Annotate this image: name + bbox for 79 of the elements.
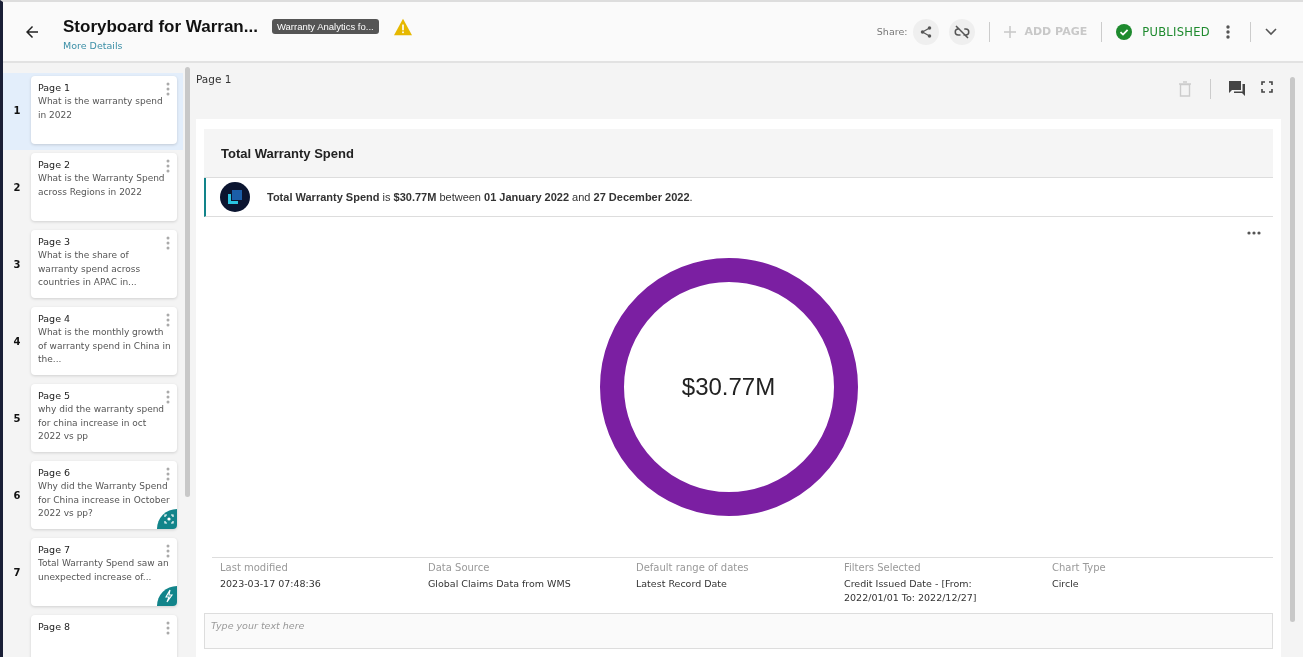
page-card[interactable]: Page 3 What is the share of warranty spend across countries in APAC in... (31, 230, 177, 298)
fullscreen-icon[interactable] (1261, 81, 1273, 93)
share-icon[interactable] (913, 18, 940, 45)
page-options-icon[interactable] (166, 390, 170, 404)
meta-value: 2023-03-17 07:48:36 (220, 577, 322, 591)
page-card[interactable]: Page 7 Total Warranty Spend saw an unexpected increase of... (31, 538, 177, 606)
page-options-icon[interactable] (166, 313, 170, 327)
page-card[interactable]: Page 6 Why did the Warranty Spend for China increase in October 2022 vs pp? (31, 461, 177, 529)
donut-center-value: $30.77M (681, 373, 776, 401)
page-number: 7 (12, 566, 22, 578)
meta-value: Latest Record Date (636, 577, 728, 591)
page-title: Page 7 (38, 544, 72, 555)
page-label: Page 1 (196, 73, 232, 85)
meta-value: Global Claims Data from WMS (428, 577, 572, 591)
plus-icon (1004, 25, 1017, 38)
page-options-icon[interactable] (166, 159, 170, 173)
page-title: Page 3 (38, 236, 72, 247)
page-number: 4 (12, 335, 22, 347)
meta-label: Data Source (428, 562, 491, 573)
page-number: 6 (12, 489, 22, 501)
page-title: Page 2 (38, 159, 72, 170)
published-status: PUBLISHED (1142, 24, 1210, 39)
meta-label: Filters Selected (844, 562, 922, 573)
page-card[interactable]: Page 8 (31, 615, 177, 657)
meta-label: Default range of dates (636, 562, 750, 573)
share-label: Share: (876, 26, 908, 37)
comments-icon[interactable] (1229, 81, 1247, 98)
page-list-row[interactable]: 4 Page 4 What is the monthly growth of warranty spend in China in the... (3, 304, 183, 381)
chevron-down-icon[interactable] (1265, 27, 1277, 36)
page-question: What is the warranty spend in 2022 (38, 95, 164, 122)
page-question: Total Warranty Spend saw an unexpected increase of... (38, 557, 170, 584)
bolt-badge-icon (157, 586, 177, 606)
page-title: Page 6 (38, 467, 72, 478)
page-options-icon[interactable] (166, 621, 170, 635)
page-card[interactable]: Page 5 why did the warranty spend for china increase in oct 2022 vs pp (31, 384, 177, 452)
page-list-row[interactable]: 2 Page 2 What is the Warranty Spend across Regions in 2022 (3, 150, 183, 227)
insight-text: Total Warranty Spend is $30.77M between 01 January 2022 and 27 December 2022. (267, 191, 693, 203)
page-card[interactable]: Page 1 What is the warranty spend in 2022 (31, 76, 177, 144)
page-options-icon[interactable] (166, 544, 170, 558)
page-question: What is the share of warranty spend across countries in APAC in... (38, 249, 142, 289)
unlink-icon[interactable] (949, 18, 976, 45)
page-title: Page 1 (38, 82, 72, 93)
page-list-row[interactable]: 3 Page 3 What is the share of warranty spend across countries in APAC in... (3, 227, 183, 304)
check-circle-icon (1116, 23, 1133, 40)
page-card[interactable]: Page 4 What is the monthly growth of warranty spend in China in the... (31, 307, 177, 375)
page-options-icon[interactable] (166, 467, 170, 481)
page-question: What is the Warranty Spend across Regions in 2022 (38, 172, 166, 199)
more-options-icon[interactable] (1226, 24, 1230, 39)
page-list-row[interactable]: Page 8 (3, 612, 183, 657)
page-question: What is the monthly growth of warranty spend in China in the... (38, 326, 171, 366)
page-list-row[interactable]: 7 Page 7 Total Warranty Spend saw an unexpected increase of... (3, 535, 183, 612)
warning-icon (392, 17, 413, 36)
page-list-row[interactable]: 5 Page 5 why did the warranty spend for china increase in oct 2022 vs pp (3, 381, 183, 458)
page-options-icon[interactable] (166, 82, 170, 96)
page-title: Page 8 (38, 621, 72, 632)
page-title: Page 4 (38, 313, 72, 324)
dataset-tag: Warranty Analytics fo... (271, 19, 379, 34)
meta-value: Credit Issued Date - [From: 2022/01/01 To: 2022/12/27] (844, 577, 978, 605)
page-number: 3 (12, 258, 22, 270)
page-options-icon[interactable] (166, 236, 170, 250)
page-number: 5 (12, 412, 22, 424)
chart-options-icon[interactable] (1247, 231, 1261, 235)
page-question: Why did the Warranty Spend for China increase in October 2022 vs pp? (38, 480, 171, 520)
focus-badge-icon (157, 509, 177, 529)
card-title: Total Warranty Spend (221, 145, 354, 161)
more-details-link[interactable]: More Details (63, 39, 413, 51)
meta-label: Last modified (220, 562, 289, 573)
page-title: Page 5 (38, 390, 72, 401)
meta-value: Circle (1052, 577, 1080, 591)
page-list-row[interactable]: 1 Page 1 What is the warranty spend in 2022 (3, 73, 183, 150)
page-number: 2 (12, 181, 22, 193)
page-list-row[interactable]: 6 Page 6 Why did the Warranty Spend for China increase in October 2022 vs pp? (3, 458, 183, 535)
logo-icon (220, 182, 250, 212)
page-question: why did the warranty spend for china increase in oct 2022 vs pp (38, 403, 166, 443)
page-card[interactable]: Page 2 What is the Warranty Spend across Regions in 2022 (31, 153, 177, 221)
page-number: 1 (12, 104, 22, 116)
storyboard-title: Storyboard for Warran... (63, 16, 258, 37)
meta-label: Chart Type (1052, 562, 1107, 573)
note-input-field[interactable]: Type your text here (204, 613, 1273, 649)
